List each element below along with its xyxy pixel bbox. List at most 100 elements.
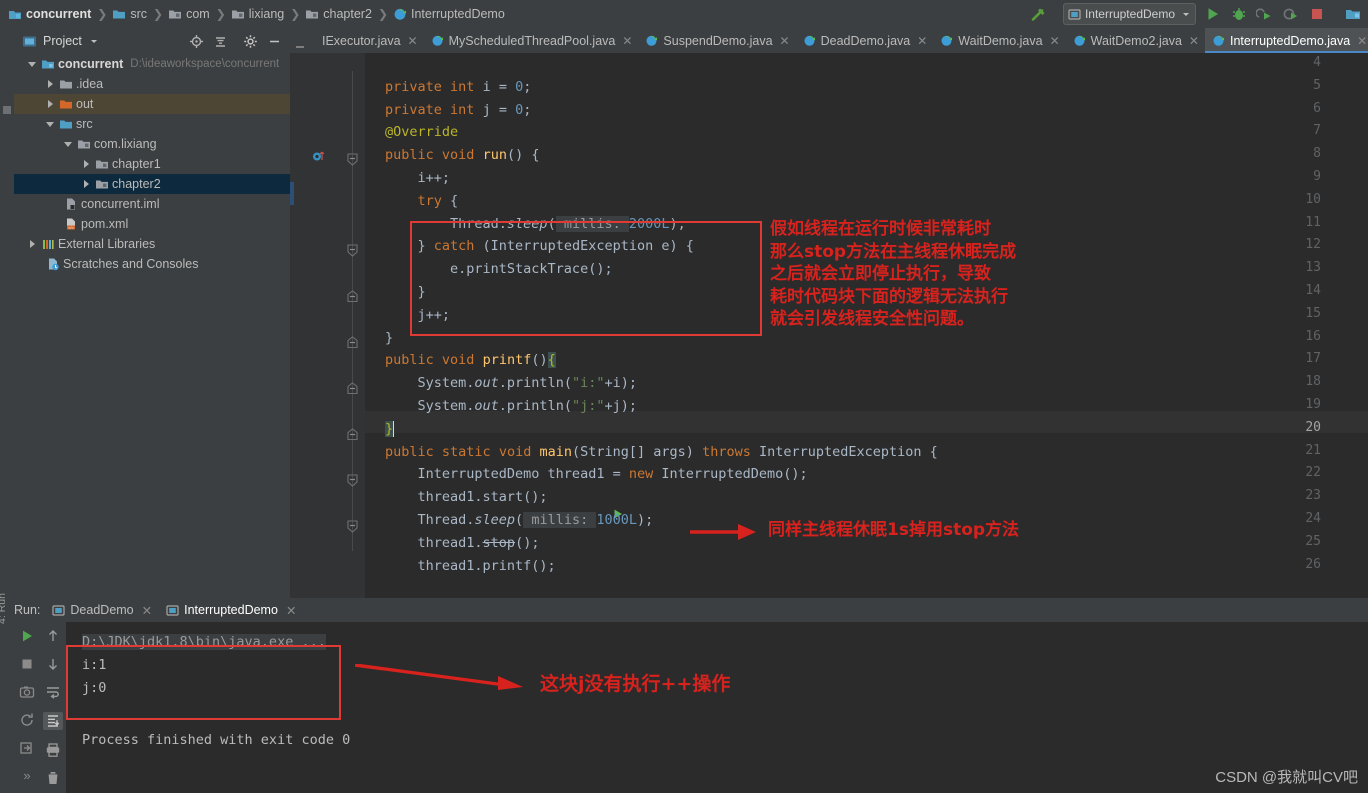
fold-collapse-icon[interactable] — [346, 153, 359, 166]
project-title[interactable]: Project — [22, 34, 99, 49]
locate-icon[interactable] — [189, 34, 204, 49]
code-line: thread1.start(); — [385, 489, 548, 506]
tree-item-label: src — [76, 117, 93, 131]
soft-wrap-icon[interactable] — [45, 684, 61, 700]
tabs-scroll-left-icon[interactable] — [290, 41, 310, 53]
collapse-all-icon[interactable] — [213, 34, 228, 49]
run-icon[interactable] — [19, 628, 35, 644]
export-icon[interactable] — [19, 740, 35, 756]
tree-item-concurrent-iml[interactable]: concurrent.iml — [14, 194, 290, 214]
tab-myscheduledthreadpool[interactable]: MyScheduledThreadPool.java ✕ — [424, 28, 639, 53]
tree-item-chapter2[interactable]: chapter2 — [14, 174, 290, 194]
breadcrumb-item-src[interactable]: src — [112, 7, 147, 21]
settings-icon[interactable] — [243, 34, 258, 49]
breadcrumb-item-concurrent[interactable]: concurrent — [8, 7, 91, 21]
project-header-tools — [189, 34, 286, 49]
package-icon — [168, 7, 182, 21]
library-icon — [41, 237, 55, 251]
tree-item-out[interactable]: out — [14, 94, 290, 114]
run-configuration-selector[interactable]: InterruptedDemo — [1062, 3, 1196, 25]
chevron-down-icon[interactable] — [28, 59, 39, 70]
profile-icon[interactable] — [1282, 5, 1300, 23]
hammer-icon[interactable] — [1029, 4, 1049, 24]
close-icon[interactable]: ✕ — [780, 34, 790, 48]
chevron-down-icon[interactable] — [89, 36, 99, 46]
tree-item-idea[interactable]: .idea — [14, 74, 290, 94]
tab-label: InterruptedDemo.java — [1229, 33, 1351, 48]
camera-icon[interactable] — [19, 684, 35, 700]
debug-icon[interactable] — [1230, 5, 1248, 23]
module-icon — [41, 57, 55, 71]
run-tab-label: DeadDemo — [70, 603, 134, 617]
code-line: thread1.printf(); — [385, 557, 556, 574]
tab-iexecutor[interactable]: IExecutor.java ✕ — [310, 28, 424, 53]
chevron-right-icon[interactable] — [82, 159, 93, 170]
java-class-icon — [1073, 34, 1086, 47]
tree-item-label: Scratches and Consoles — [63, 257, 199, 271]
close-icon[interactable]: ✕ — [408, 34, 418, 48]
breadcrumb-item-com[interactable]: com — [168, 7, 210, 21]
chevron-right-icon[interactable] — [82, 179, 93, 190]
override-method-icon[interactable] — [312, 150, 325, 163]
print-icon[interactable] — [45, 742, 61, 758]
tree-item-external-libraries[interactable]: External Libraries — [14, 234, 290, 254]
annotation-box-console — [66, 645, 341, 720]
run-tab-deaddemo[interactable]: DeadDemo ✕ — [52, 603, 152, 618]
tree-item-chapter1[interactable]: chapter1 — [14, 154, 290, 174]
run-config-icon — [166, 604, 179, 617]
close-icon[interactable]: ✕ — [1189, 34, 1199, 48]
tree-item-src[interactable]: src — [14, 114, 290, 134]
close-icon[interactable]: ✕ — [622, 34, 632, 48]
breadcrumb-item-chapter2[interactable]: chapter2 — [305, 7, 372, 21]
run-tab-interrupteddemo[interactable]: InterruptedDemo ✕ — [166, 603, 296, 618]
tab-interrupteddemo[interactable]: InterruptedDemo.java ✕ — [1204, 28, 1368, 53]
tab-suspenddemo[interactable]: SuspendDemo.java ✕ — [638, 28, 795, 53]
tree-item-scratches-and-consoles[interactable]: Scratches and Consoles — [14, 254, 290, 274]
chevron-right-icon[interactable] — [46, 79, 57, 90]
close-icon[interactable]: ✕ — [917, 34, 927, 48]
folder-orange-icon — [59, 97, 73, 111]
idea-window: concurrent ❯ src ❯ com ❯ lixiang ❯ chapt… — [0, 0, 1368, 793]
chevron-down-icon[interactable] — [64, 139, 75, 150]
fold-expand-icon[interactable] — [346, 290, 359, 303]
close-icon[interactable]: ✕ — [286, 603, 296, 618]
fold-expand-icon[interactable] — [346, 336, 359, 349]
fold-collapse-icon[interactable] — [346, 474, 359, 487]
run-icon[interactable] — [1204, 5, 1222, 23]
run-with-coverage-icon[interactable] — [1256, 5, 1274, 23]
down-arrow-icon[interactable] — [45, 656, 61, 672]
scroll-to-end-icon[interactable] — [43, 712, 63, 730]
annotation-note-1: 假如线程在运行时候非常耗时 那么stop方法在主线程休眠完成 之后就会立即停止执… — [770, 219, 1017, 329]
tree-item-pom-xml[interactable]: </> pom.xml — [14, 214, 290, 234]
stop-icon[interactable] — [1308, 5, 1326, 23]
tab-deaddemo[interactable]: DeadDemo.java ✕ — [796, 28, 934, 53]
chevron-down-icon[interactable] — [1181, 9, 1191, 19]
fold-expand-icon[interactable] — [346, 428, 359, 441]
project-icon — [22, 34, 37, 49]
fold-collapse-icon[interactable] — [346, 244, 359, 257]
rerun-failed-icon[interactable] — [19, 712, 35, 728]
hide-icon[interactable] — [267, 34, 282, 49]
project-structure-icon[interactable] — [1344, 5, 1362, 23]
tree-item-com-lixiang[interactable]: com.lixiang — [14, 134, 290, 154]
tool-window-stripe-run[interactable]: 4: Run — [0, 504, 8, 624]
chevron-right-icon[interactable] — [28, 239, 39, 250]
editor-gutter[interactable] — [290, 53, 365, 598]
trash-icon[interactable] — [45, 770, 61, 786]
chevron-right-icon[interactable] — [46, 99, 57, 110]
breadcrumb-item-lixiang[interactable]: lixiang — [231, 7, 284, 21]
stop-icon[interactable] — [19, 656, 35, 672]
breadcrumb-item-interrupteddemo[interactable]: InterruptedDemo — [393, 7, 505, 21]
close-icon[interactable]: ✕ — [142, 603, 152, 618]
tab-waitdemo2[interactable]: WaitDemo2.java ✕ — [1066, 28, 1205, 53]
tab-waitdemo[interactable]: WaitDemo.java ✕ — [933, 28, 1065, 53]
close-icon[interactable]: ✕ — [1050, 34, 1060, 48]
fold-collapse-icon[interactable] — [346, 520, 359, 533]
more-icon[interactable]: » — [23, 768, 30, 783]
fold-expand-icon[interactable] — [346, 382, 359, 395]
tree-item-concurrent[interactable]: concurrent D:\ideaworkspace\concurrent — [14, 54, 290, 74]
chevron-down-icon[interactable] — [46, 119, 57, 130]
code-line: System.out.println("i:"+i); — [385, 375, 637, 392]
up-arrow-icon[interactable] — [45, 628, 61, 644]
close-icon[interactable]: ✕ — [1357, 34, 1367, 48]
